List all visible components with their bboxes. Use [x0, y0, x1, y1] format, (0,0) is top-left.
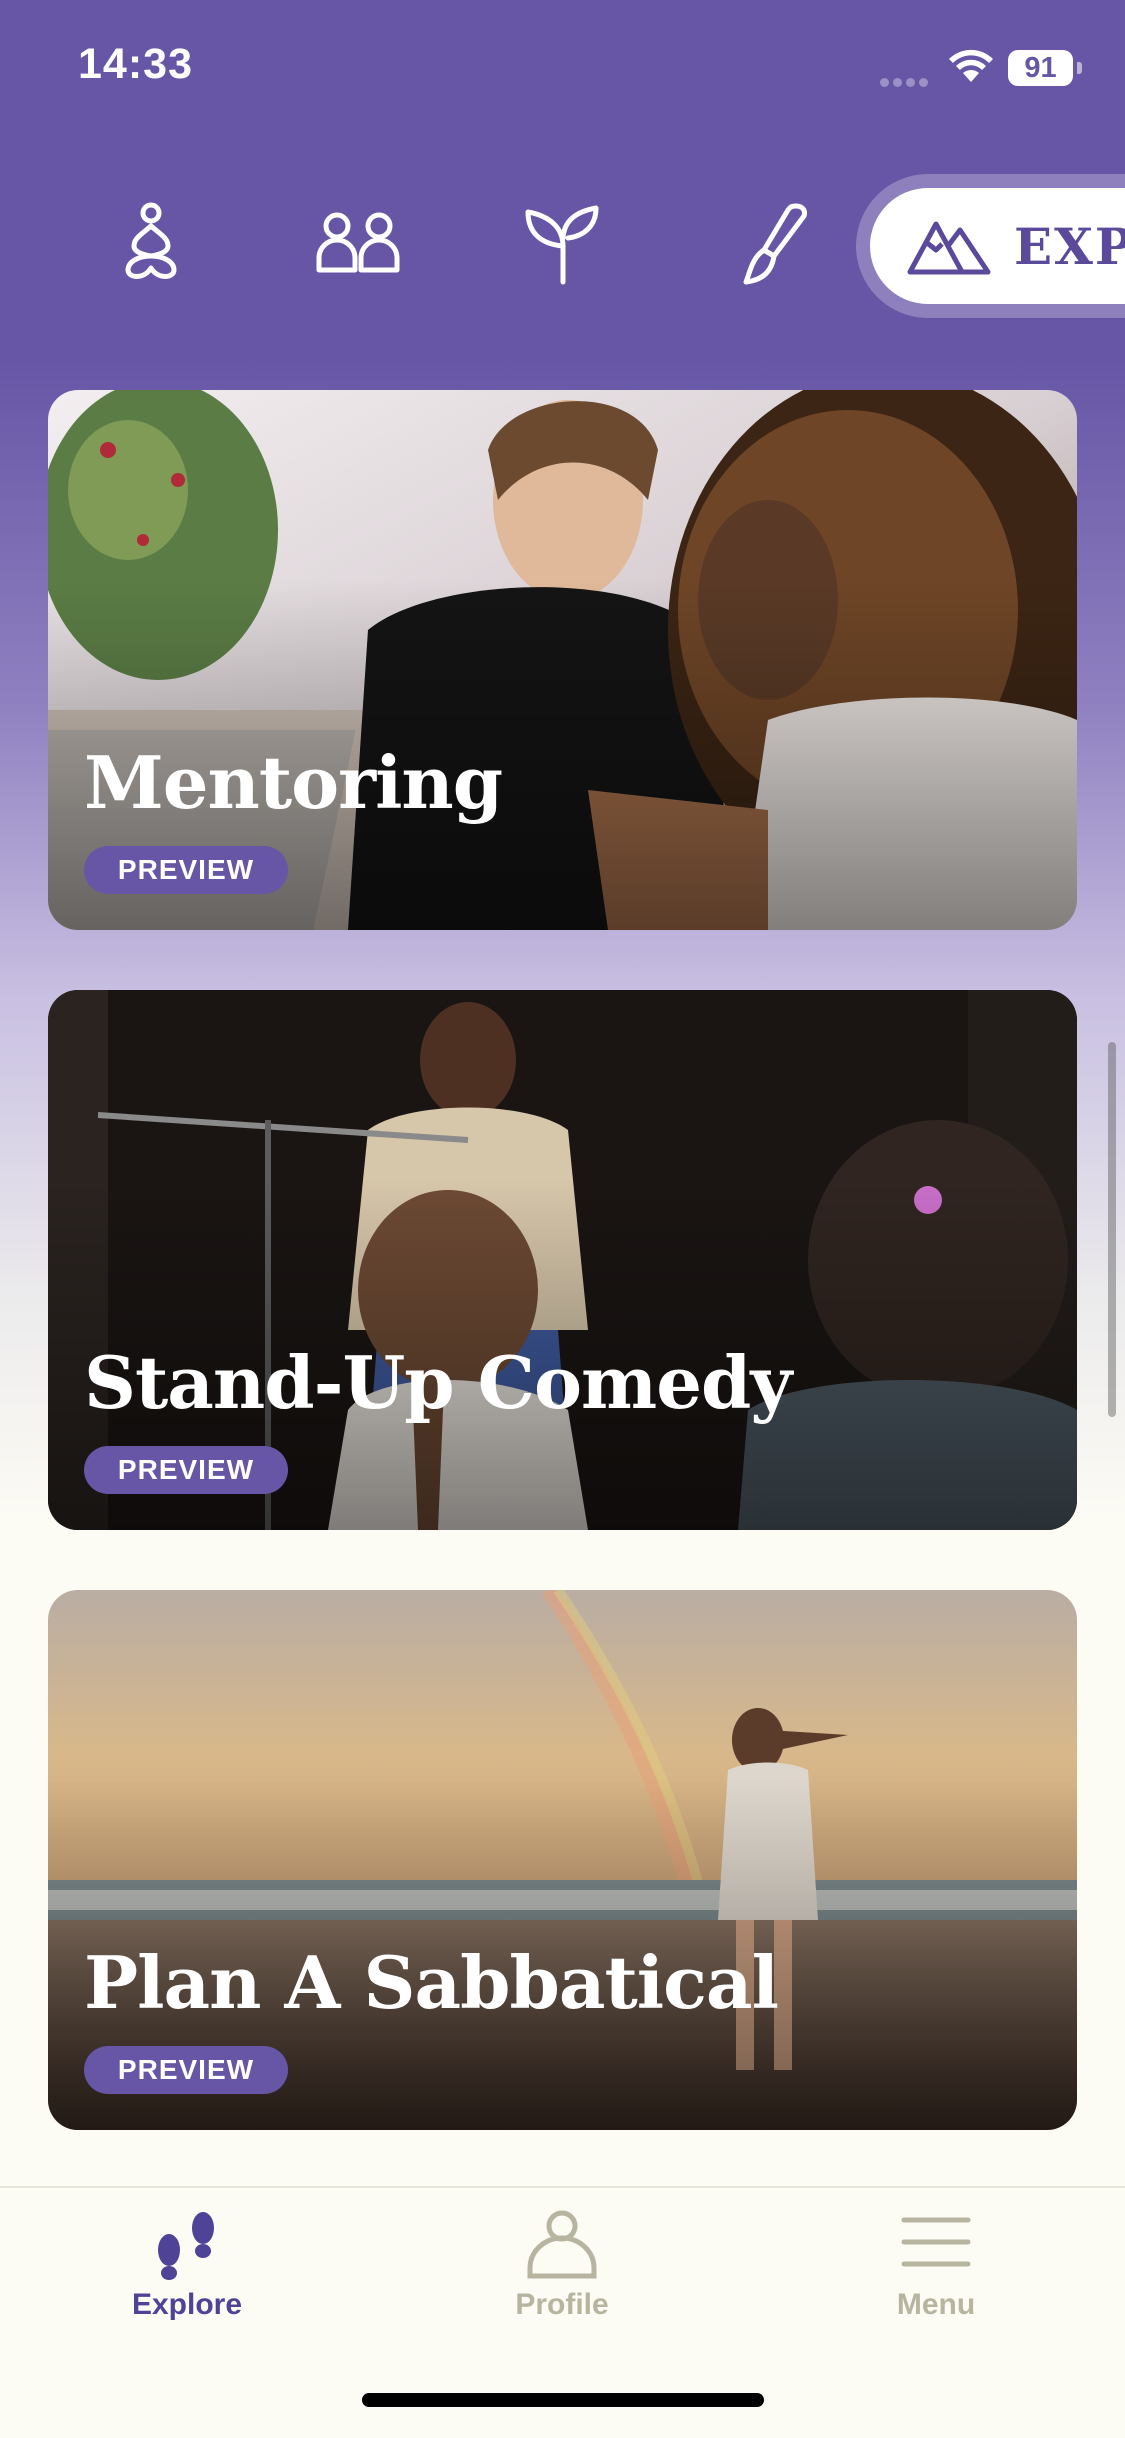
sprout-icon[interactable] — [518, 198, 608, 288]
tab-label: Explore — [131, 2288, 243, 2321]
scrollbar[interactable] — [1108, 1042, 1116, 1417]
card-title: Stand-Up Comedy — [84, 1340, 792, 1425]
battery-icon: 91 — [1008, 50, 1082, 86]
tab-label: Menu — [896, 2288, 976, 2321]
tab-label: Profile — [515, 2288, 609, 2321]
hamburger-menu-icon — [901, 2217, 971, 2267]
status-time: 14:33 — [78, 40, 193, 88]
category-label: EXPA — [1014, 216, 1125, 276]
preview-badge: PREVIEW — [84, 2046, 288, 2094]
people-icon[interactable] — [313, 198, 403, 288]
card-mentoring[interactable]: Mentoring PREVIEW — [48, 390, 1077, 930]
wifi-icon — [947, 48, 995, 84]
meditation-icon[interactable] — [106, 198, 196, 288]
card-title: Mentoring — [84, 740, 503, 825]
tab-menu[interactable]: Menu — [786, 2202, 1086, 2352]
home-indicator[interactable] — [362, 2393, 764, 2407]
footprints-icon — [158, 2212, 214, 2280]
preview-badge: PREVIEW — [84, 846, 288, 894]
person-icon — [527, 2210, 597, 2279]
status-bar: 14:33 91 — [0, 0, 1125, 140]
card-title: Plan A Sabbatical — [84, 1940, 779, 2025]
card-plan-a-sabbatical[interactable]: Plan A Sabbatical PREVIEW — [48, 1590, 1077, 2130]
card-stand-up-comedy[interactable]: Stand-Up Comedy PREVIEW — [48, 990, 1077, 1530]
preview-badge: PREVIEW — [84, 1446, 288, 1494]
cellular-signal-icon — [880, 72, 936, 87]
tab-explore[interactable]: Explore — [37, 2202, 337, 2352]
tab-profile[interactable]: Profile — [412, 2202, 712, 2352]
mountains-icon — [907, 221, 991, 275]
category-bar[interactable]: EXPA — [0, 160, 1125, 330]
category-explore-pill[interactable]: EXPA — [856, 174, 1125, 318]
paintbrush-icon[interactable] — [726, 198, 816, 288]
